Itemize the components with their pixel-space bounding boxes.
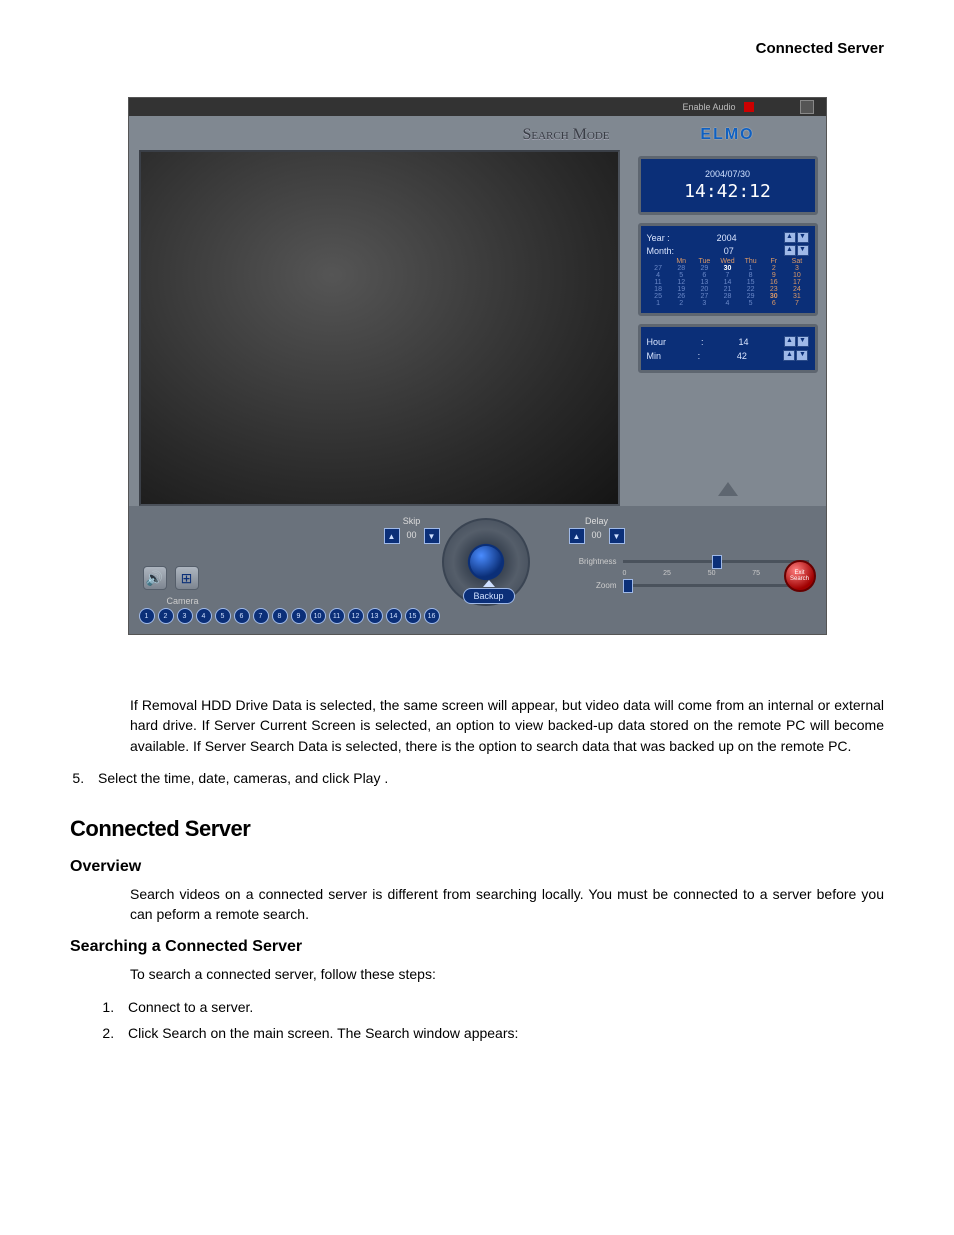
search-step-2: Click Search on the main screen. The Sea… [118, 1025, 884, 1041]
calendar-grid[interactable]: MnTueWedThuFrSat272829301234567891011121… [647, 258, 809, 307]
searching-intro: To search a connected server, follow the… [130, 964, 884, 984]
window-control-icon[interactable] [800, 100, 814, 114]
camera-14-button[interactable]: 14 [386, 608, 402, 624]
skip-up-button[interactable]: ▲ [384, 528, 400, 544]
camera-13-button[interactable]: 13 [367, 608, 383, 624]
year-value: 2004 [717, 233, 737, 243]
section-heading: Connected Server [70, 816, 884, 842]
searching-heading: Searching a Connected Server [70, 938, 884, 956]
page-header: Connected Server [70, 40, 884, 57]
camera-2-button[interactable]: 2 [158, 608, 174, 624]
camera-10-button[interactable]: 10 [310, 608, 326, 624]
brightness-label: Brightness [569, 557, 617, 566]
zoom-label: Zoom [569, 581, 617, 590]
delay-down-button[interactable]: ▼ [609, 528, 625, 544]
backup-button[interactable]: Backup [463, 580, 515, 604]
camera-5-button[interactable]: 5 [215, 608, 231, 624]
zoom-slider[interactable] [623, 584, 809, 587]
step-5: Select the time, date, cameras, and clic… [88, 770, 884, 786]
hour-spinner[interactable]: ▲▼ [784, 336, 809, 347]
overview-heading: Overview [70, 858, 884, 876]
enable-audio-checkbox[interactable] [744, 102, 754, 112]
hour-value: 14 [739, 337, 749, 347]
year-label: Year : [647, 233, 670, 243]
expand-up-icon[interactable] [718, 482, 738, 496]
camera-15-button[interactable]: 15 [405, 608, 421, 624]
brand-logo: ELMO [638, 122, 818, 148]
skip-control: Skip ▲ 00 ▼ [384, 516, 440, 544]
zoom-ticks: 0255075100 [623, 570, 809, 577]
hour-label: Hour [647, 337, 667, 347]
skip-value: 00 [404, 528, 420, 542]
camera-9-button[interactable]: 9 [291, 608, 307, 624]
min-spinner[interactable]: ▲▼ [783, 350, 808, 361]
search-mode-screenshot: Enable Audio Search Mode ELMO 2004/07/30… [128, 97, 827, 635]
camera-1-button[interactable]: 1 [139, 608, 155, 624]
exit-search-button[interactable]: Exit Search [784, 560, 816, 592]
grid-layout-icon[interactable]: ⊞ [175, 566, 199, 590]
window-titlebar: Enable Audio [129, 98, 826, 116]
video-viewport [139, 150, 620, 506]
clock-panel: 2004/07/30 14:42:12 [638, 156, 818, 215]
camera-11-button[interactable]: 11 [329, 608, 345, 624]
clock-time: 14:42:12 [641, 181, 815, 202]
enable-audio-label: Enable Audio [682, 102, 735, 112]
delay-value: 00 [589, 528, 605, 542]
search-step-1: Connect to a server. [118, 999, 884, 1015]
calendar-panel: Year : 2004 ▲▼ Month: 07 ▲▼ MnTueWedThuF… [638, 223, 818, 316]
backup-label: Backup [463, 588, 515, 604]
audio-icon[interactable]: 🔊 [143, 566, 167, 590]
timeline-collapse-area [638, 381, 818, 502]
camera-6-button[interactable]: 6 [234, 608, 250, 624]
camera-4-button[interactable]: 4 [196, 608, 212, 624]
overview-paragraph: Search videos on a connected server is d… [130, 884, 884, 925]
brightness-slider[interactable] [623, 560, 809, 563]
clock-date: 2004/07/30 [641, 169, 815, 179]
camera-selector-row: 12345678910111213141516 [139, 608, 816, 624]
skip-down-button[interactable]: ▼ [424, 528, 440, 544]
camera-16-button[interactable]: 16 [424, 608, 440, 624]
delay-up-button[interactable]: ▲ [569, 528, 585, 544]
delay-control: Delay ▲ 00 ▼ [569, 516, 625, 544]
month-spinner[interactable]: ▲▼ [784, 245, 809, 256]
mode-title: Search Mode [139, 124, 620, 146]
min-value: 42 [737, 351, 747, 361]
camera-3-button[interactable]: 3 [177, 608, 193, 624]
month-value: 07 [724, 246, 734, 256]
skip-label: Skip [384, 516, 440, 526]
camera-8-button[interactable]: 8 [272, 608, 288, 624]
camera-12-button[interactable]: 12 [348, 608, 364, 624]
min-label: Min [647, 351, 662, 361]
delay-label: Delay [569, 516, 625, 526]
year-spinner[interactable]: ▲▼ [784, 232, 809, 243]
screenshot-caption-paragraph: If Removal HDD Drive Data is selected, t… [130, 695, 884, 756]
chevron-up-icon [483, 580, 495, 587]
time-select-panel: Hour : 14 ▲▼ Min : 42 ▲▼ [638, 324, 818, 373]
month-label: Month: [647, 246, 675, 256]
camera-7-button[interactable]: 7 [253, 608, 269, 624]
